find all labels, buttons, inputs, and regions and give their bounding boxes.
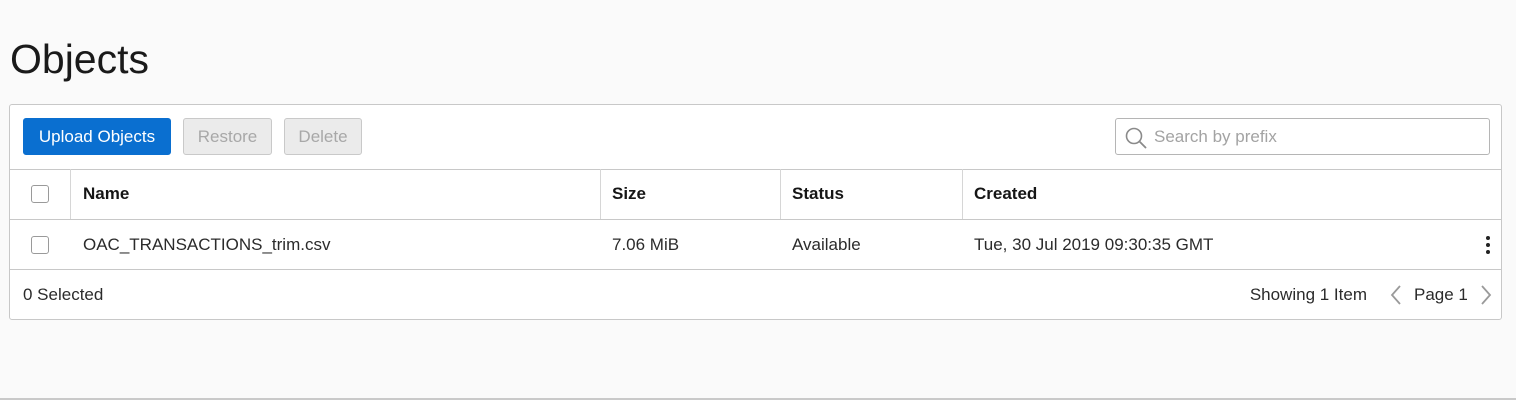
- column-header-created[interactable]: Created: [962, 169, 1422, 219]
- search-input[interactable]: [1154, 119, 1484, 154]
- showing-count: Showing 1 Item: [1249, 285, 1367, 304]
- table-footer: 0 Selected Showing 1 Item Page 1: [10, 270, 1501, 320]
- search-box[interactable]: [1115, 118, 1490, 155]
- chevron-left-icon[interactable]: [1388, 284, 1404, 306]
- row-checkbox[interactable]: [31, 235, 49, 254]
- objects-panel: Upload Objects Restore Delete Name Size …: [9, 104, 1502, 320]
- upload-objects-button[interactable]: Upload Objects: [23, 118, 171, 155]
- column-header-status[interactable]: Status: [780, 169, 962, 219]
- object-status: Available: [792, 234, 861, 254]
- search-icon: [1125, 127, 1147, 149]
- chevron-right-icon[interactable]: [1478, 284, 1494, 306]
- select-all-cell: [10, 169, 70, 219]
- selected-count: 0 Selected: [23, 285, 104, 304]
- select-all-checkbox[interactable]: [31, 185, 49, 203]
- table-row[interactable]: OAC_TRANSACTIONS_trim.csv 7.06 MiB Avail…: [10, 220, 1501, 270]
- page-title: Objects: [10, 36, 149, 82]
- object-size: 7.06 MiB: [612, 234, 680, 254]
- row-select-cell: [10, 220, 70, 269]
- column-header-name[interactable]: Name: [70, 169, 600, 219]
- page-indicator: Page 1: [1414, 285, 1468, 304]
- toolbar: Upload Objects Restore Delete: [10, 105, 1501, 170]
- kebab-menu-icon[interactable]: [1481, 234, 1495, 256]
- object-created: Tue, 30 Jul 2019 09:30:35 GMT: [974, 234, 1214, 254]
- restore-button[interactable]: Restore: [183, 118, 272, 155]
- object-name[interactable]: OAC_TRANSACTIONS_trim.csv: [70, 220, 600, 269]
- delete-button[interactable]: Delete: [284, 118, 362, 155]
- table-header: Name Size Status Created: [10, 169, 1501, 220]
- column-header-size[interactable]: Size: [600, 169, 780, 219]
